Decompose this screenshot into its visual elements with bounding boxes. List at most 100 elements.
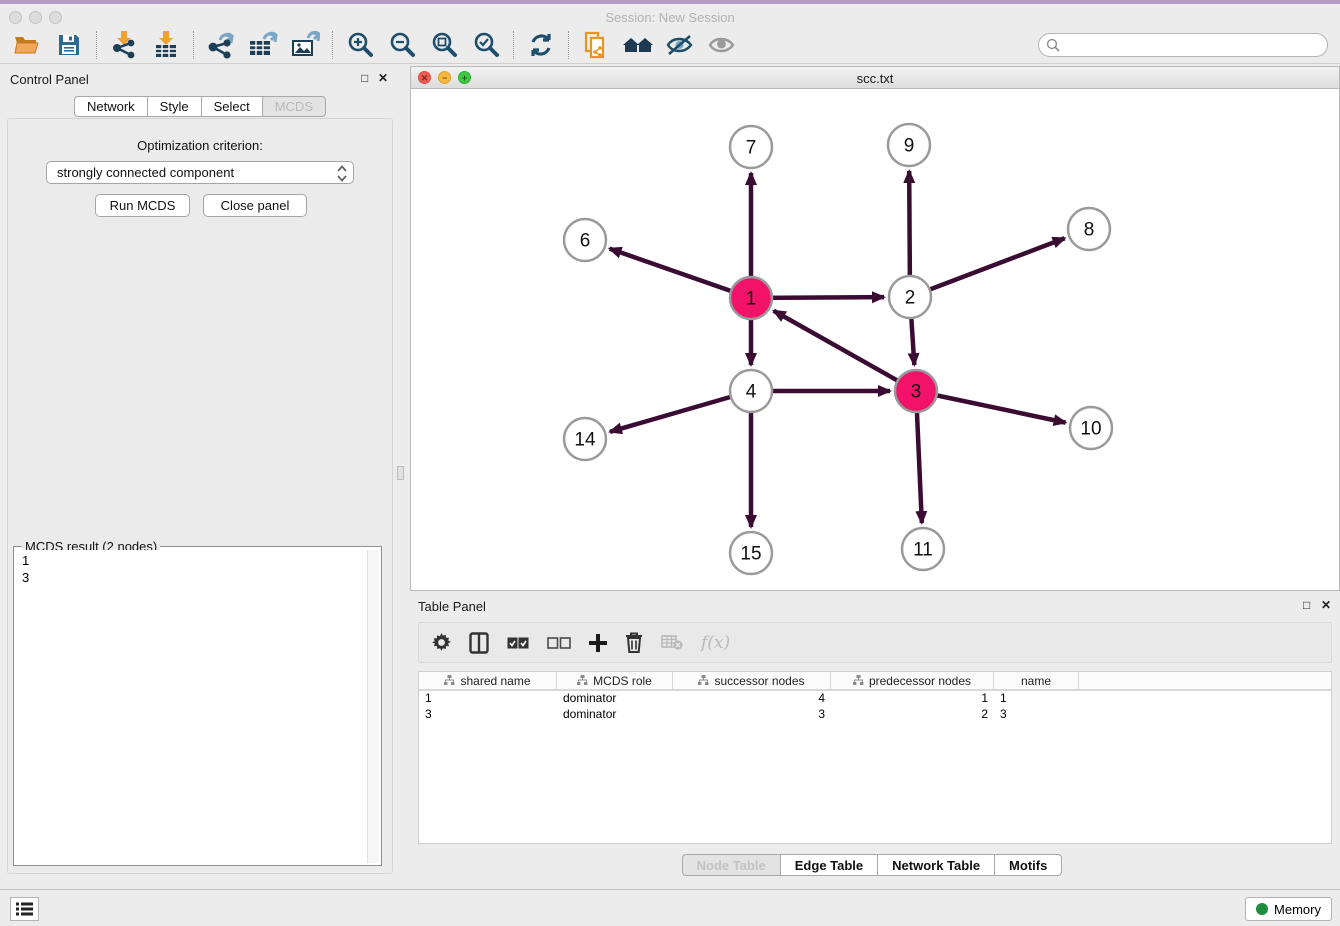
tab-edge-table[interactable]: Edge Table [780,854,877,876]
node-label-15: 15 [740,544,761,565]
zoom-fit-icon[interactable] [427,30,461,60]
node-table: shared name MCDS role successor nodesprede… [418,671,1332,844]
task-history-button[interactable] [10,897,39,921]
column-type-icon [444,675,455,686]
tab-select[interactable]: Select [201,96,262,117]
mcds-result-text[interactable]: 13 [16,550,367,863]
node-label-1: 1 [746,289,757,310]
table-row[interactable]: 3dominator323 [419,707,1331,723]
search-icon [1046,38,1060,52]
column-type-icon [853,675,864,686]
export-image-icon[interactable] [288,30,322,60]
node-label-9: 9 [904,136,915,157]
toolbar-separator [568,31,569,59]
column-type-icon [577,675,588,686]
close-panel-icon[interactable]: ✕ [378,71,388,85]
optimization-criterion-label: Optimization criterion: [8,138,392,153]
float-panel-icon[interactable]: □ [361,71,368,85]
column-label: MCDS role [593,674,652,688]
criterion-value: strongly connected component [57,165,234,180]
function-builder-icon[interactable]: f(x) [701,633,730,653]
network-graph-canvas[interactable]: 1234678910111415 [411,89,1339,590]
search-input[interactable] [1038,33,1328,57]
export-table-icon[interactable] [246,30,280,60]
table-cell[interactable]: 3 [994,707,1079,723]
tab-mcds[interactable]: MCDS [262,96,326,117]
chevron-updown-icon [336,164,348,186]
export-network-icon[interactable] [204,30,238,60]
close-panel-button[interactable]: Close panel [203,194,307,217]
tab-motifs[interactable]: Motifs [994,854,1062,876]
delete-column-icon[interactable] [661,635,683,650]
toolbar-separator [96,31,97,59]
delete-row-icon[interactable] [625,632,643,653]
table-cell[interactable]: 3 [673,707,831,723]
column-header-predecessor-nodes[interactable]: predecessor nodes [831,672,994,689]
table-cell[interactable]: 1 [419,691,557,707]
edge-2-8[interactable] [910,238,1065,297]
split-columns-icon[interactable] [469,632,489,654]
tab-style[interactable]: Style [147,96,201,117]
table-rows: 1dominator4113dominator323 [419,691,1331,723]
zoom-in-icon[interactable] [343,30,377,60]
table-header-row: shared name MCDS role successor nodesprede… [419,672,1331,691]
network-window-titlebar[interactable]: ✕ − + scc.txt [411,67,1339,89]
table-cell[interactable]: 2 [831,707,994,723]
open-session-icon[interactable] [10,30,44,60]
column-header-successor-nodes[interactable]: successor nodes [673,672,831,689]
zoom-selected-icon[interactable] [469,30,503,60]
select-all-rows-icon[interactable] [507,637,529,649]
edge-1-6[interactable] [610,249,751,298]
refresh-layout-icon[interactable] [524,30,558,60]
run-mcds-button[interactable]: Run MCDS [95,194,190,217]
statusbar: Memory [0,889,1340,926]
vertical-splitter-grip[interactable] [397,466,404,480]
close-panel-icon[interactable]: ✕ [1321,598,1331,612]
table-cell[interactable]: 3 [419,707,557,723]
table-tabs: Node TableEdge TableNetwork TableMotifs [404,854,1340,876]
node-label-14: 14 [574,430,596,451]
control-panel: Control Panel □ ✕ NetworkStyleSelectMCDS… [0,66,400,878]
add-column-icon[interactable] [589,634,607,652]
gear-icon[interactable] [432,633,451,652]
column-header-MCDS-role[interactable]: MCDS role [557,672,673,689]
tab-node-table[interactable]: Node Table [682,854,780,876]
node-label-4: 4 [746,382,757,403]
table-toolbar: f(x) [418,622,1332,663]
memory-button[interactable]: Memory [1245,897,1332,921]
first-neighbors-icon[interactable] [621,30,655,60]
tab-network[interactable]: Network [74,96,147,117]
deselect-all-rows-icon[interactable] [547,637,571,649]
edge-3-10[interactable] [916,391,1066,423]
network-view-window: ✕ − + scc.txt 1234678910111415 [410,66,1340,591]
result-scrollbar[interactable] [367,550,379,863]
show-all-icon[interactable] [705,30,739,60]
node-label-8: 8 [1084,220,1095,241]
column-header-name[interactable]: name [994,672,1079,689]
criterion-dropdown[interactable]: strongly connected component [46,161,354,184]
table-cell[interactable]: 1 [994,691,1079,707]
app-titlebar: Session: New Session [0,0,1340,26]
memory-status-icon [1256,903,1268,915]
edge-3-1[interactable] [774,311,916,391]
float-panel-icon[interactable]: □ [1303,598,1310,612]
toolbar-separator [513,31,514,59]
column-header-shared-name[interactable]: shared name [419,672,557,689]
zoom-out-icon[interactable] [385,30,419,60]
clone-network-icon[interactable] [579,30,613,60]
tab-network-table[interactable]: Network Table [877,854,994,876]
node-label-3: 3 [911,382,922,403]
node-label-11: 11 [913,540,933,561]
table-cell[interactable]: dominator [557,707,673,723]
import-network-icon[interactable] [107,30,141,60]
table-row[interactable]: 1dominator411 [419,691,1331,707]
hide-selected-icon[interactable] [663,30,697,60]
save-session-icon[interactable] [52,30,86,60]
column-type-icon [698,675,709,686]
import-table-icon[interactable] [149,30,183,60]
table-cell[interactable]: 1 [831,691,994,707]
table-cell[interactable]: 4 [673,691,831,707]
table-panel: Table Panel □ ✕ f(x) shared nameMCDS rol… [404,591,1340,888]
search-box [1038,33,1328,57]
table-cell[interactable]: dominator [557,691,673,707]
